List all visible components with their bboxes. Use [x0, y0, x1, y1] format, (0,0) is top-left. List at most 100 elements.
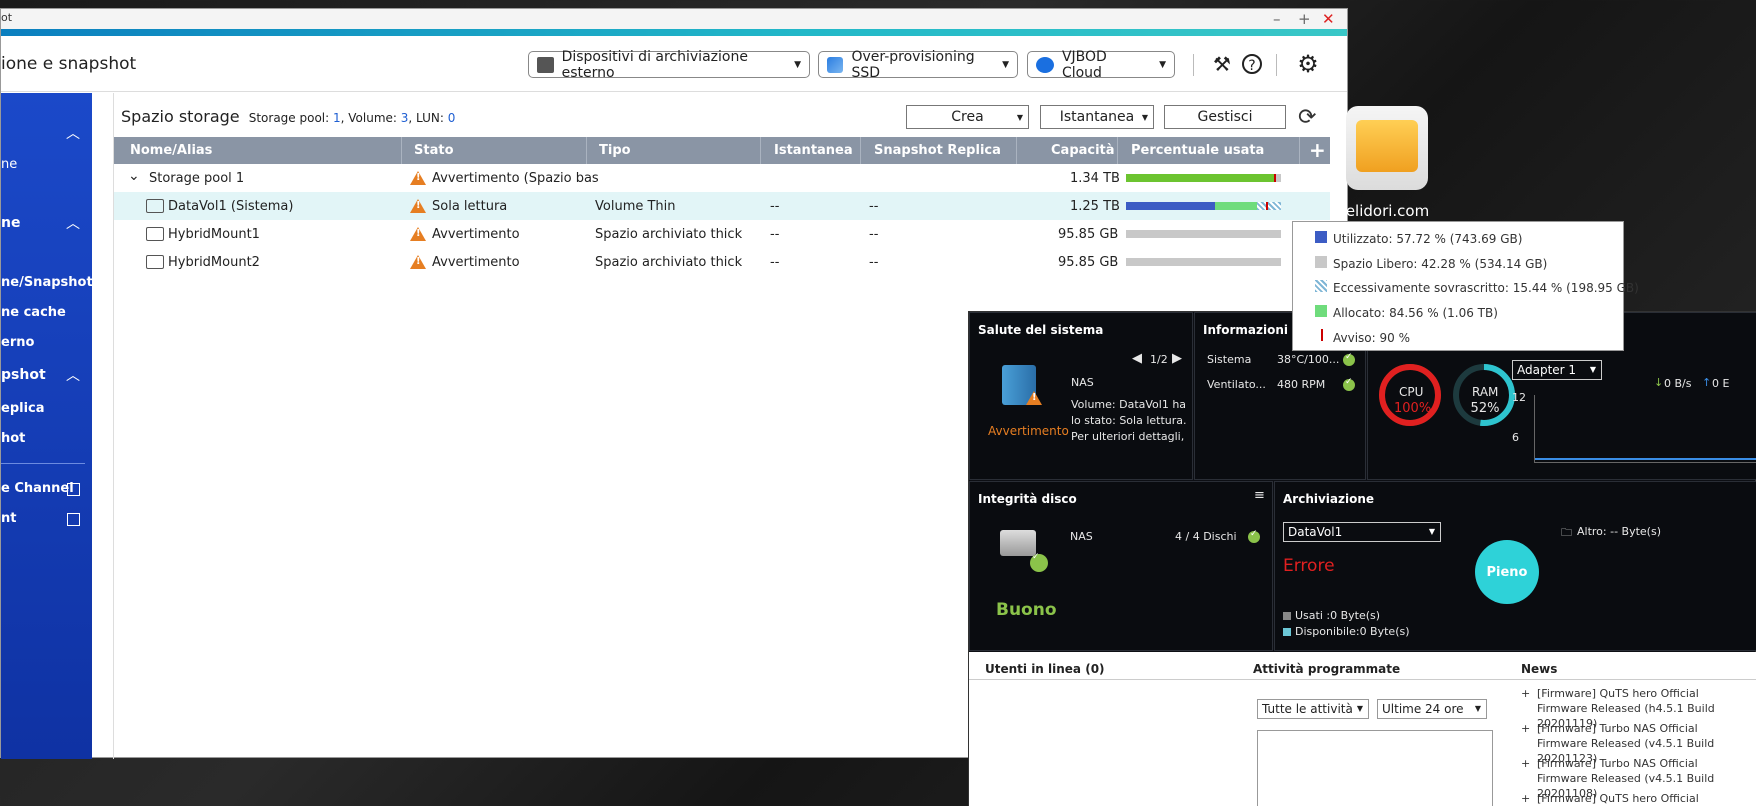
- sidebar-divider: [1, 463, 85, 464]
- volume-icon: [146, 255, 164, 269]
- table-row[interactable]: HybridMount1 Avvertimento Spazio archivi…: [114, 220, 1330, 248]
- table-row[interactable]: HybridMount2 Avvertimento Spazio archivi…: [114, 248, 1330, 276]
- column-header[interactable]: Nome/Alias: [130, 143, 212, 158]
- gear-icon[interactable]: ⚙: [1296, 52, 1320, 76]
- tools-icon[interactable]: ⚒: [1210, 52, 1234, 76]
- used-swatch: [1315, 231, 1327, 243]
- row-status: Avvertimento: [432, 227, 520, 242]
- column-header[interactable]: Capacità: [1051, 143, 1115, 158]
- app-header: ione e snapshot Dispositivi di archiviaz…: [1, 36, 1347, 92]
- ssd-icon: [827, 56, 844, 73]
- ssd-overprovisioning-button[interactable]: Over-provisioning SSD ▼: [818, 49, 1018, 81]
- row-name: DataVol1 (Sistema): [168, 199, 294, 214]
- news-title: News: [1521, 662, 1558, 676]
- sidebar: ︿ ne ne ︿ ne/Snapshot ne cache erno psho…: [1, 93, 93, 759]
- fan-label: Ventilato...: [1207, 378, 1266, 391]
- volume-icon: [146, 199, 164, 213]
- column-header[interactable]: Stato: [414, 143, 454, 158]
- window-title: ot: [1, 11, 13, 24]
- create-button[interactable]: Crea ▼: [906, 105, 1029, 129]
- sidebar-item[interactable]: hot: [1, 431, 25, 446]
- external-link-icon[interactable]: [67, 513, 80, 526]
- row-snapshot: --: [770, 227, 780, 242]
- news-item[interactable]: [Firmware] QuTS hero Official Firmware: [1521, 791, 1747, 806]
- ram-label: RAM: [1472, 385, 1499, 399]
- sidebar-item[interactable]: eplica: [1, 401, 45, 416]
- cloud-icon: [1036, 56, 1054, 73]
- cpu-value: 100%: [1394, 401, 1432, 416]
- accent-strip: [1, 29, 1347, 36]
- help-icon[interactable]: ?: [1242, 54, 1262, 74]
- chevron-up-icon[interactable]: ︿: [66, 365, 80, 385]
- column-header[interactable]: Tipo: [599, 143, 631, 158]
- adapter-select[interactable]: Adapter 1 ▼: [1512, 360, 1602, 380]
- task-filter-select[interactable]: Tutte le attività ▼: [1257, 699, 1369, 719]
- column-header[interactable]: Istantanea: [774, 143, 853, 158]
- storage-summary: Storage pool: 1, Volume: 3, LUN: 0: [248, 111, 456, 125]
- refresh-icon[interactable]: ⟳: [1298, 105, 1316, 130]
- upload-arrow-icon: ↑: [1702, 376, 1712, 389]
- chevron-up-icon[interactable]: ︿: [66, 213, 80, 233]
- download-rate: 0 B/s: [1664, 377, 1692, 390]
- table-row[interactable]: ⌄ Storage pool 1 Avvertimento (Spazio ba…: [114, 164, 1330, 192]
- time-range-select[interactable]: Ultime 24 ore ▼: [1377, 699, 1487, 719]
- archive-state: Errore: [1283, 556, 1335, 576]
- desktop-folder-icon[interactable]: [1346, 106, 1428, 190]
- list-icon[interactable]: ≡: [1254, 488, 1265, 503]
- cpu-label: CPU: [1399, 385, 1424, 399]
- chevron-down-icon[interactable]: ⌄: [128, 168, 140, 184]
- system-value: 38°C/100...: [1277, 353, 1340, 366]
- archive-available: Disponibile:0 Byte(s): [1295, 625, 1410, 638]
- row-replica: --: [869, 199, 879, 214]
- add-column-icon[interactable]: +: [1309, 138, 1326, 162]
- download-arrow-icon: ↓: [1654, 376, 1664, 389]
- row-status: Sola lettura: [432, 199, 508, 214]
- row-name: HybridMount1: [168, 227, 260, 242]
- manage-button[interactable]: Gestisci: [1164, 105, 1286, 129]
- column-header[interactable]: Percentuale usata: [1131, 143, 1264, 158]
- external-storage-button[interactable]: Dispositivi di archiviazione esterno ▼: [528, 49, 810, 81]
- sidebar-item[interactable]: e Channel: [1, 481, 74, 496]
- sidebar-item[interactable]: erno: [1, 335, 34, 350]
- volume-select[interactable]: DataVol1 ▼: [1283, 522, 1441, 542]
- vjbod-cloud-button[interactable]: VJBOD Cloud ▼: [1027, 49, 1175, 81]
- sidebar-item[interactable]: ne: [1, 157, 17, 172]
- check-icon: [1343, 377, 1355, 391]
- prev-arrow-icon[interactable]: ◀: [1132, 351, 1142, 366]
- row-status: Avvertimento (Spazio bas: [432, 171, 599, 186]
- disk-count: 4 / 4 Dischi: [1175, 530, 1237, 543]
- minimize-icon[interactable]: –: [1273, 9, 1281, 29]
- row-snapshot: --: [770, 255, 780, 270]
- desktop-icon-label[interactable]: selidori.com: [1338, 202, 1429, 220]
- tasks-list: [1257, 730, 1493, 806]
- panel-title: Salute del sistema: [978, 323, 1104, 337]
- dashboard: Salute del sistema ◀ 1/2 ▶ Avvertimento …: [968, 311, 1756, 806]
- next-arrow-icon[interactable]: ▶: [1172, 351, 1182, 366]
- archive-other: Altro: -- Byte(s): [1577, 525, 1661, 538]
- warning-icon: [1026, 391, 1042, 405]
- sidebar-section[interactable]: ne: [1, 215, 20, 231]
- chevron-up-icon[interactable]: ︿: [66, 123, 80, 143]
- usage-bar: [1126, 174, 1281, 182]
- check-icon: [1248, 529, 1260, 543]
- close-icon[interactable]: ✕: [1322, 9, 1335, 29]
- row-capacity: 95.85 GB: [1058, 227, 1119, 242]
- health-message: Volume: DataVol1 ha lo stato: Sola lettu…: [1071, 398, 1187, 443]
- sidebar-item[interactable]: ne cache: [1, 305, 66, 320]
- scheduled-tasks-title: Attività programmate: [1253, 662, 1401, 676]
- sidebar-section[interactable]: pshot: [1, 367, 46, 383]
- table-row[interactable]: DataVol1 (Sistema) Sola lettura Volume T…: [114, 192, 1330, 220]
- external-link-icon[interactable]: [67, 483, 80, 496]
- column-header[interactable]: Snapshot Replica: [874, 143, 1001, 158]
- usage-tooltip: Utilizzato: 57.72 % (743.69 GB) Spazio L…: [1292, 221, 1639, 351]
- sidebar-item[interactable]: nt: [1, 511, 16, 526]
- maximize-icon[interactable]: +: [1298, 9, 1311, 29]
- sidebar-item[interactable]: ne/Snapshot: [1, 275, 93, 290]
- warning-icon: [410, 227, 426, 241]
- tooltip-line: Avviso: 90 %: [1333, 331, 1410, 345]
- check-icon: [1030, 552, 1048, 572]
- fan-value: 480 RPM: [1277, 378, 1326, 391]
- snapshot-button[interactable]: Istantanea ▼: [1040, 105, 1154, 129]
- window-titlebar: ot – + ✕: [1, 9, 1347, 29]
- volume-icon: [146, 227, 164, 241]
